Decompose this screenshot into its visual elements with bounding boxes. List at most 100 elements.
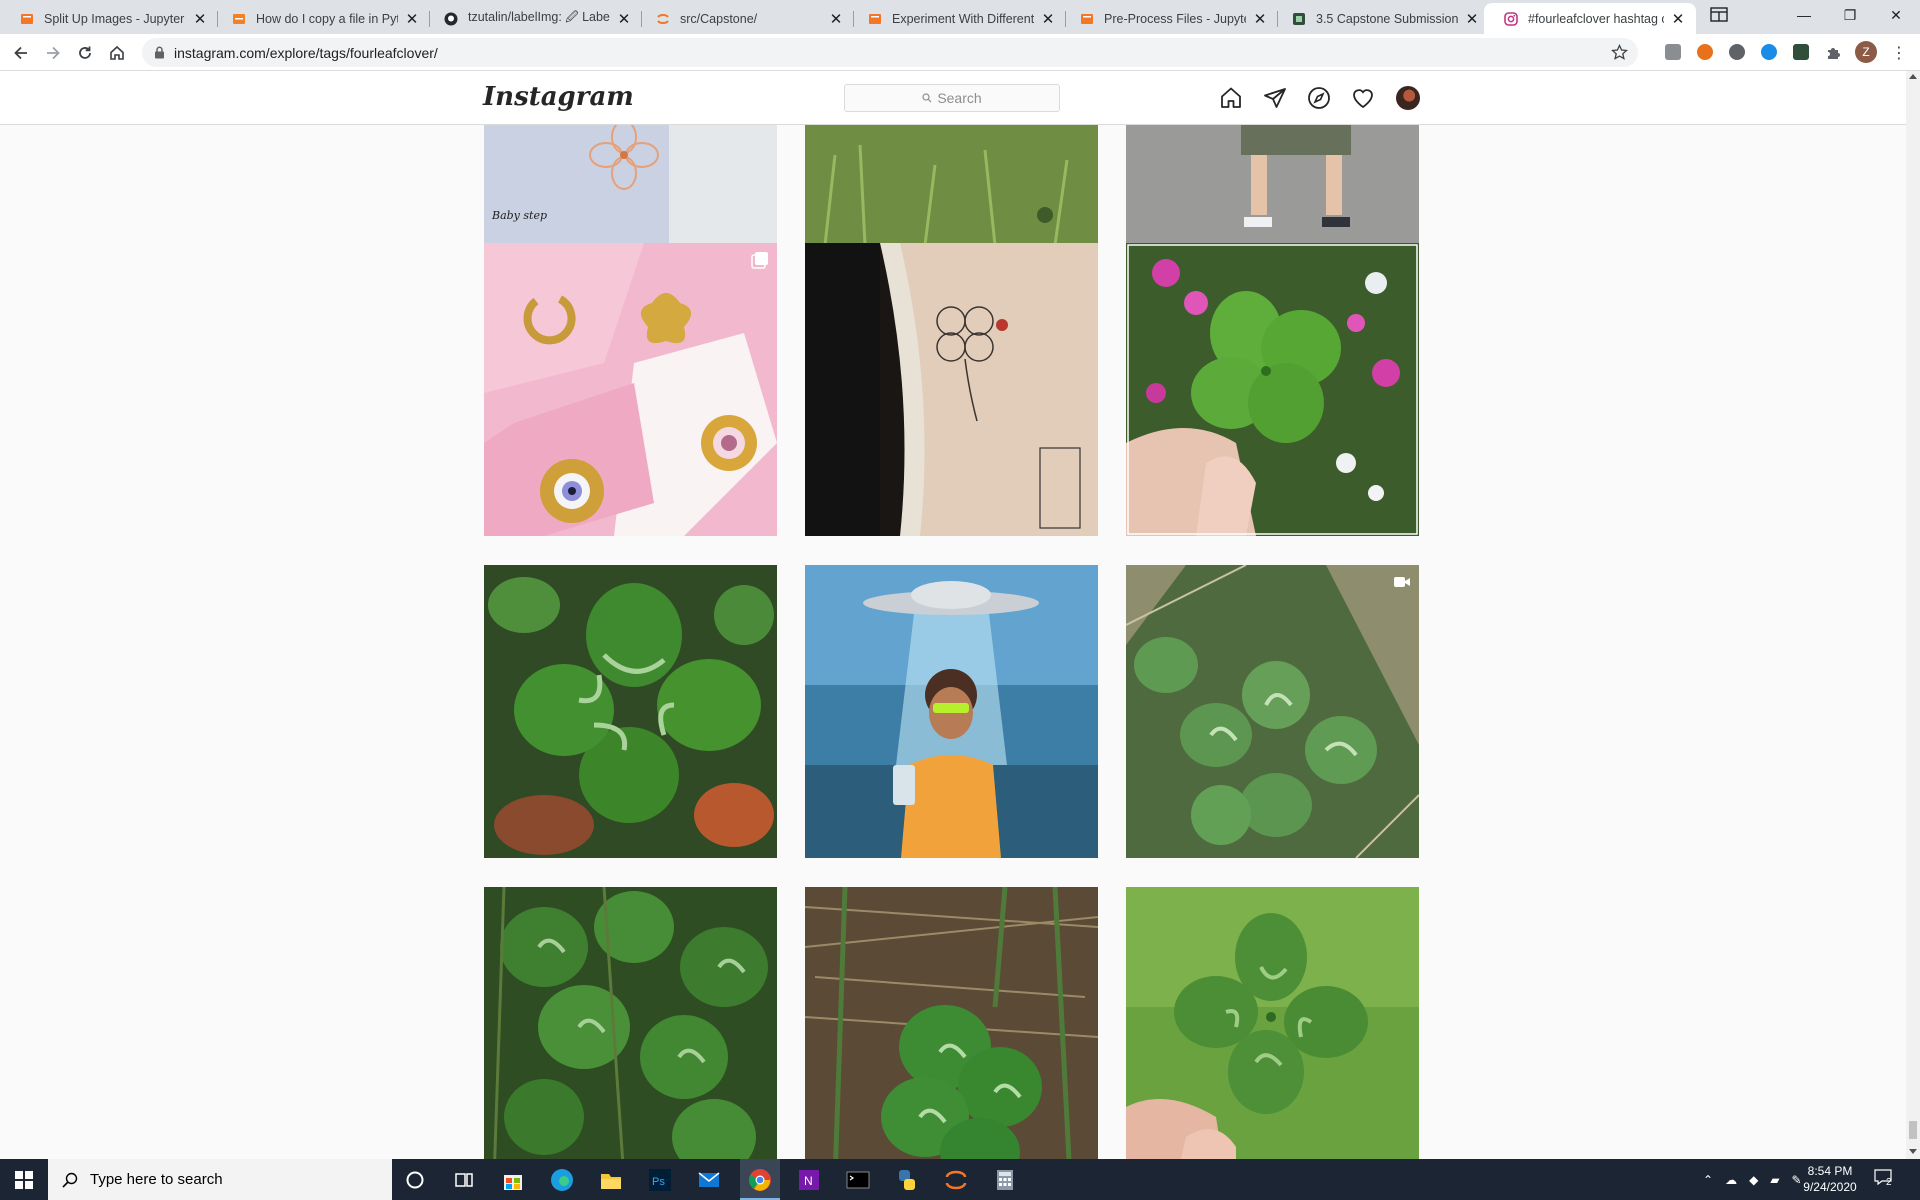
post-image-clover-in-hand <box>1126 243 1419 536</box>
tab-copy-file-python[interactable]: How do I copy a file in Python? ✕ <box>212 3 430 34</box>
close-icon[interactable]: ✕ <box>192 10 208 28</box>
reload-button[interactable] <box>73 41 97 65</box>
extension-icon[interactable] <box>1729 44 1745 60</box>
scroll-down-arrow-icon[interactable] <box>1909 1149 1917 1154</box>
close-icon[interactable]: ✕ <box>828 10 844 28</box>
start-button[interactable] <box>0 1159 48 1200</box>
profile-avatar[interactable]: Z <box>1855 41 1877 63</box>
dropbox-icon[interactable]: ◆ <box>1749 1173 1758 1187</box>
post-tile[interactable] <box>1126 887 1419 1159</box>
jupyter-icon[interactable] <box>943 1167 969 1193</box>
photoshop-icon[interactable]: Ps <box>647 1167 673 1193</box>
windows-logo-icon <box>15 1170 33 1189</box>
task-view-icon[interactable] <box>451 1167 477 1193</box>
scrollbar-thumb[interactable] <box>1909 1121 1917 1139</box>
edge-icon[interactable] <box>549 1167 575 1193</box>
microsoft-store-icon[interactable] <box>500 1167 526 1193</box>
tab-title: Experiment With Different Models <box>892 11 1034 26</box>
search-input[interactable]: Search <box>844 84 1060 112</box>
tab-labelimg-github[interactable]: tzutalin/labelImg: 🖉 Label ✕ <box>424 3 642 34</box>
close-icon[interactable]: ✕ <box>1464 10 1480 28</box>
back-button[interactable] <box>9 41 33 65</box>
taskbar-clock[interactable]: 8:54 PM 9/24/2020 <box>1798 1163 1862 1195</box>
wifi-icon[interactable]: ▰ <box>1770 1173 1779 1187</box>
tab-src-capstone[interactable]: src/Capstone/ ✕ <box>636 3 854 34</box>
post-tile[interactable]: Baby step <box>484 125 777 248</box>
post-tile[interactable] <box>1126 565 1419 858</box>
action-center-button[interactable]: 2 <box>1874 1169 1898 1191</box>
forward-button[interactable] <box>41 41 65 65</box>
page-scrollbar[interactable] <box>1906 71 1920 1159</box>
system-tray: ⌃ ☁ ◆ ▰ ✎ <box>1703 1159 1802 1200</box>
home-button[interactable] <box>105 41 129 65</box>
instagram-header: Instagram Search <box>0 71 1906 125</box>
jupyter-icon <box>20 12 34 26</box>
extension-icon[interactable] <box>1697 44 1713 60</box>
taskbar-search-box[interactable]: Type here to search <box>48 1159 392 1200</box>
post-image-clover-tattoo <box>805 243 1098 536</box>
mail-icon[interactable] <box>696 1167 722 1193</box>
onedrive-icon[interactable]: ☁ <box>1725 1173 1737 1187</box>
search-icon <box>62 1172 78 1188</box>
tab-title: Pre-Process Files - Jupyter Notebook <box>1104 11 1246 26</box>
extensions-puzzle-icon[interactable] <box>1821 41 1845 65</box>
activity-heart-icon[interactable] <box>1351 86 1375 110</box>
post-image-child-on-pavement <box>1126 125 1419 248</box>
instagram-logo[interactable]: Instagram <box>483 82 634 112</box>
terminal-icon[interactable] <box>845 1167 871 1193</box>
tab-title: How do I copy a file in Python? <box>256 11 398 26</box>
minimize-button[interactable]: — <box>1781 0 1827 30</box>
back-arrow-icon <box>14 46 27 60</box>
cortana-icon[interactable] <box>402 1167 428 1193</box>
tab-fourleafclover-instagram[interactable]: #fourleafclover hashtag on Instagram ✕ <box>1484 3 1696 34</box>
scroll-up-arrow-icon[interactable] <box>1909 74 1917 79</box>
file-explorer-icon[interactable] <box>598 1167 624 1193</box>
post-tile[interactable] <box>805 125 1098 248</box>
svg-text:Ps: Ps <box>652 1176 665 1188</box>
jupyter-icon <box>868 12 882 26</box>
close-icon[interactable]: ✕ <box>1252 10 1268 28</box>
post-tile[interactable] <box>484 565 777 858</box>
direct-message-icon[interactable] <box>1263 86 1287 110</box>
post-tile[interactable] <box>484 243 777 536</box>
post-tile[interactable] <box>1126 125 1419 248</box>
tab-capstone-submission[interactable]: 3.5 Capstone Submission - Springboard ✕ <box>1272 3 1490 34</box>
post-tile[interactable] <box>484 887 777 1159</box>
window-close-button[interactable]: ✕ <box>1873 0 1919 30</box>
chrome-icon[interactable] <box>747 1167 773 1193</box>
extension-icon[interactable] <box>1665 44 1681 60</box>
tab-pre-process-files[interactable]: Pre-Process Files - Jupyter Notebook ✕ <box>1060 3 1278 34</box>
post-tile[interactable] <box>805 887 1098 1159</box>
home-icon[interactable] <box>1219 86 1243 110</box>
close-icon[interactable]: ✕ <box>1040 10 1056 28</box>
tab-title: Split Up Images - Jupyter Notebook <box>44 11 186 26</box>
explore-compass-icon[interactable] <box>1307 86 1331 110</box>
address-bar[interactable]: instagram.com/explore/tags/fourleafclove… <box>142 38 1638 67</box>
close-icon[interactable]: ✕ <box>1670 10 1686 28</box>
profile-avatar[interactable] <box>1396 86 1420 110</box>
tab-search-icon[interactable] <box>1707 3 1731 27</box>
close-icon[interactable]: ✕ <box>616 10 632 28</box>
restore-button[interactable]: ❐ <box>1827 0 1873 30</box>
extension-icon[interactable] <box>1761 44 1777 60</box>
chrome-menu-icon[interactable]: ⋮ <box>1887 41 1911 65</box>
bookmark-star-icon[interactable] <box>1611 44 1628 61</box>
springboard-extension-icon[interactable] <box>1793 44 1809 60</box>
tab-title: src/Capstone/ <box>680 11 758 26</box>
post-tile[interactable] <box>805 243 1098 536</box>
tab-split-up-images[interactable]: Split Up Images - Jupyter Notebook ✕ <box>0 3 218 34</box>
search-placeholder: Search <box>937 90 982 106</box>
home-icon <box>110 45 124 60</box>
show-hidden-icons-icon[interactable]: ⌃ <box>1703 1173 1713 1187</box>
jupyter-icon <box>656 12 670 26</box>
clock-time: 8:54 PM <box>1807 1164 1853 1178</box>
tab-experiment-models[interactable]: Experiment With Different Models ✕ <box>848 3 1066 34</box>
calculator-icon[interactable] <box>992 1167 1018 1193</box>
post-tile[interactable] <box>1126 243 1419 536</box>
python-icon[interactable] <box>894 1167 920 1193</box>
taskbar-search-placeholder: Type here to search <box>90 1171 223 1188</box>
post-tile[interactable] <box>805 565 1098 858</box>
close-icon[interactable]: ✕ <box>404 10 420 28</box>
tab-title: 3.5 Capstone Submission - Springboard <box>1316 11 1458 26</box>
onenote-icon[interactable]: N <box>796 1167 822 1193</box>
